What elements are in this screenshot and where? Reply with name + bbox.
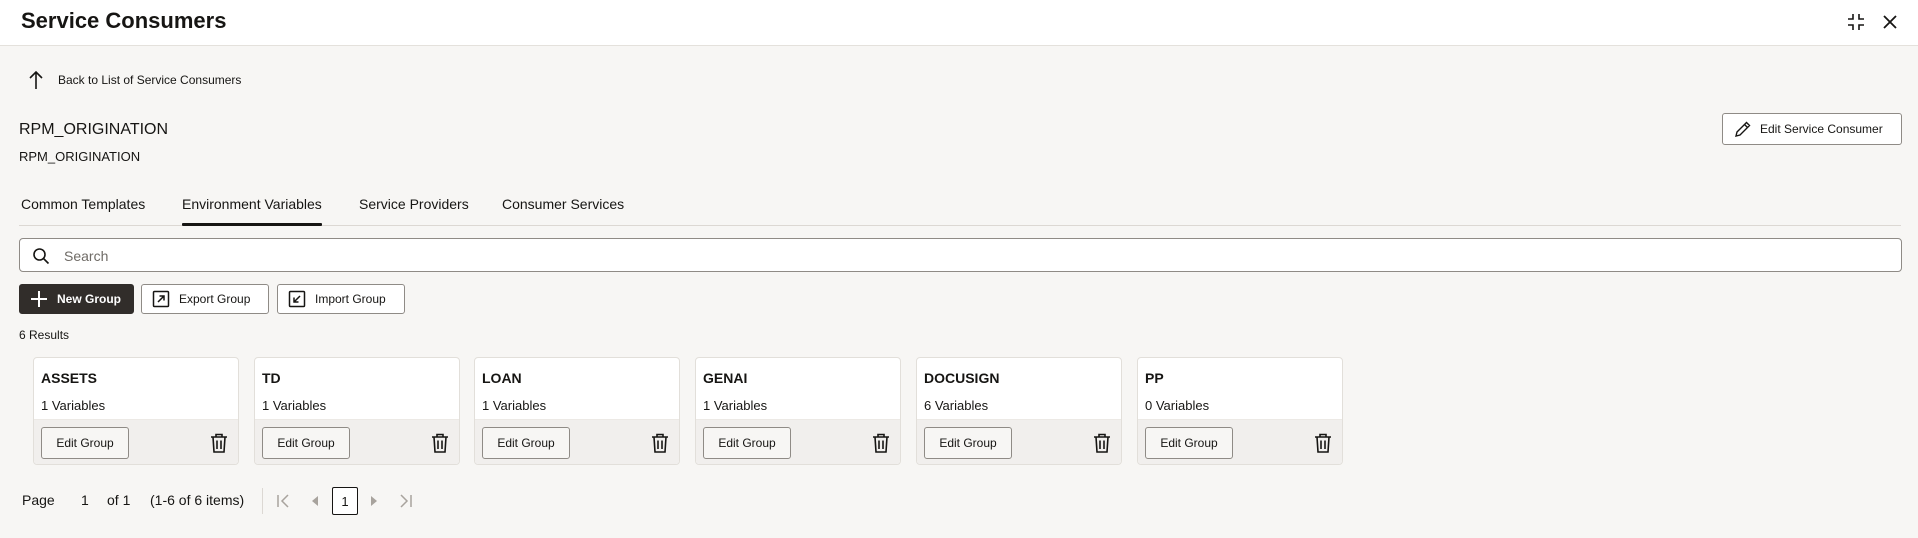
- tab-environment-variables[interactable]: Environment Variables: [182, 196, 322, 226]
- import-group-button[interactable]: Import Group: [277, 284, 405, 314]
- pagination-divider: [262, 488, 263, 514]
- export-icon: [152, 290, 170, 308]
- search-icon: [33, 248, 50, 265]
- new-group-label: New Group: [57, 292, 122, 306]
- trash-icon[interactable]: [871, 432, 891, 454]
- group-name: TD: [262, 370, 281, 386]
- group-card-footer: Edit Group: [917, 419, 1121, 464]
- edit-group-button[interactable]: Edit Group: [1145, 427, 1233, 459]
- edit-group-button[interactable]: Edit Group: [703, 427, 791, 459]
- trash-icon[interactable]: [650, 432, 670, 454]
- group-card-footer: Edit Group: [34, 419, 238, 464]
- back-link-label: Back to List of Service Consumers: [58, 73, 242, 87]
- group-card: ASSETS 1 Variables Edit Group: [33, 357, 239, 465]
- next-page-icon[interactable]: [364, 492, 382, 510]
- group-variable-count: 1 Variables: [262, 398, 327, 413]
- trash-icon[interactable]: [1092, 432, 1112, 454]
- group-variable-count: 1 Variables: [482, 398, 547, 413]
- tab-common-templates[interactable]: Common Templates: [21, 196, 145, 226]
- group-name: LOAN: [482, 370, 522, 386]
- page-button-1[interactable]: 1: [332, 487, 358, 515]
- group-variable-count: 6 Variables: [924, 398, 989, 413]
- group-name: DOCUSIGN: [924, 370, 1000, 386]
- group-variable-count: 0 Variables: [1145, 398, 1210, 413]
- tab-consumer-services[interactable]: Consumer Services: [502, 196, 624, 226]
- page-label: Page: [22, 492, 55, 508]
- group-card-footer: Edit Group: [1138, 419, 1342, 464]
- group-card-footer: Edit Group: [475, 419, 679, 464]
- consumer-name: RPM_ORIGINATION: [19, 121, 169, 138]
- tab-service-providers[interactable]: Service Providers: [359, 196, 469, 226]
- trash-icon[interactable]: [1313, 432, 1333, 454]
- export-group-button[interactable]: Export Group: [141, 284, 269, 314]
- page-range-label: (1-6 of 6 items): [150, 492, 245, 508]
- page-total-label: of 1: [107, 492, 131, 508]
- pagination: Page 1 of 1 (1-6 of 6 items) 1: [0, 486, 500, 516]
- results-count: 6 Results: [19, 328, 70, 342]
- edit-group-button[interactable]: Edit Group: [482, 427, 570, 459]
- tab-bar: Common Templates Environment Variables S…: [19, 190, 1901, 226]
- first-page-icon[interactable]: [274, 492, 292, 510]
- group-name: PP: [1145, 370, 1164, 386]
- consumer-subtitle: RPM_ORIGINATION: [19, 149, 141, 164]
- plus-icon: [31, 291, 47, 307]
- import-icon: [288, 290, 306, 308]
- window-titlebar: Service Consumers: [0, 0, 1918, 46]
- window-title: Service Consumers: [21, 8, 227, 33]
- trash-icon[interactable]: [430, 432, 450, 454]
- new-group-button[interactable]: New Group: [19, 284, 134, 314]
- group-card: DOCUSIGN 6 Variables Edit Group: [916, 357, 1122, 465]
- edit-group-button[interactable]: Edit Group: [924, 427, 1012, 459]
- previous-page-icon[interactable]: [307, 492, 325, 510]
- group-name: GENAI: [703, 370, 748, 386]
- search-input[interactable]: [64, 245, 1864, 267]
- group-name: ASSETS: [41, 370, 98, 386]
- arrow-up-icon: [29, 70, 43, 89]
- close-icon[interactable]: [1880, 12, 1900, 32]
- group-card: TD 1 Variables Edit Group: [254, 357, 460, 465]
- collapse-arrows-icon[interactable]: [1846, 12, 1866, 32]
- import-group-label: Import Group: [315, 292, 386, 306]
- search-box: [19, 238, 1902, 272]
- last-page-icon[interactable]: [397, 492, 415, 510]
- group-card-footer: Edit Group: [255, 419, 459, 464]
- edit-service-consumer-label: Edit Service Consumer: [1760, 122, 1883, 136]
- edit-group-button[interactable]: Edit Group: [41, 427, 129, 459]
- export-group-label: Export Group: [179, 292, 251, 306]
- trash-icon[interactable]: [209, 432, 229, 454]
- group-card: PP 0 Variables Edit Group: [1137, 357, 1343, 465]
- back-to-list-link[interactable]: Back to List of Service Consumers: [28, 68, 241, 92]
- group-card-footer: Edit Group: [696, 419, 900, 464]
- edit-group-button[interactable]: Edit Group: [262, 427, 350, 459]
- edit-service-consumer-button[interactable]: Edit Service Consumer: [1722, 113, 1902, 145]
- pencil-icon: [1735, 121, 1751, 137]
- group-variable-count: 1 Variables: [41, 398, 106, 413]
- group-card: GENAI 1 Variables Edit Group: [695, 357, 901, 465]
- group-card: LOAN 1 Variables Edit Group: [474, 357, 680, 465]
- group-variable-count: 1 Variables: [703, 398, 768, 413]
- current-page-input[interactable]: 1: [81, 492, 89, 508]
